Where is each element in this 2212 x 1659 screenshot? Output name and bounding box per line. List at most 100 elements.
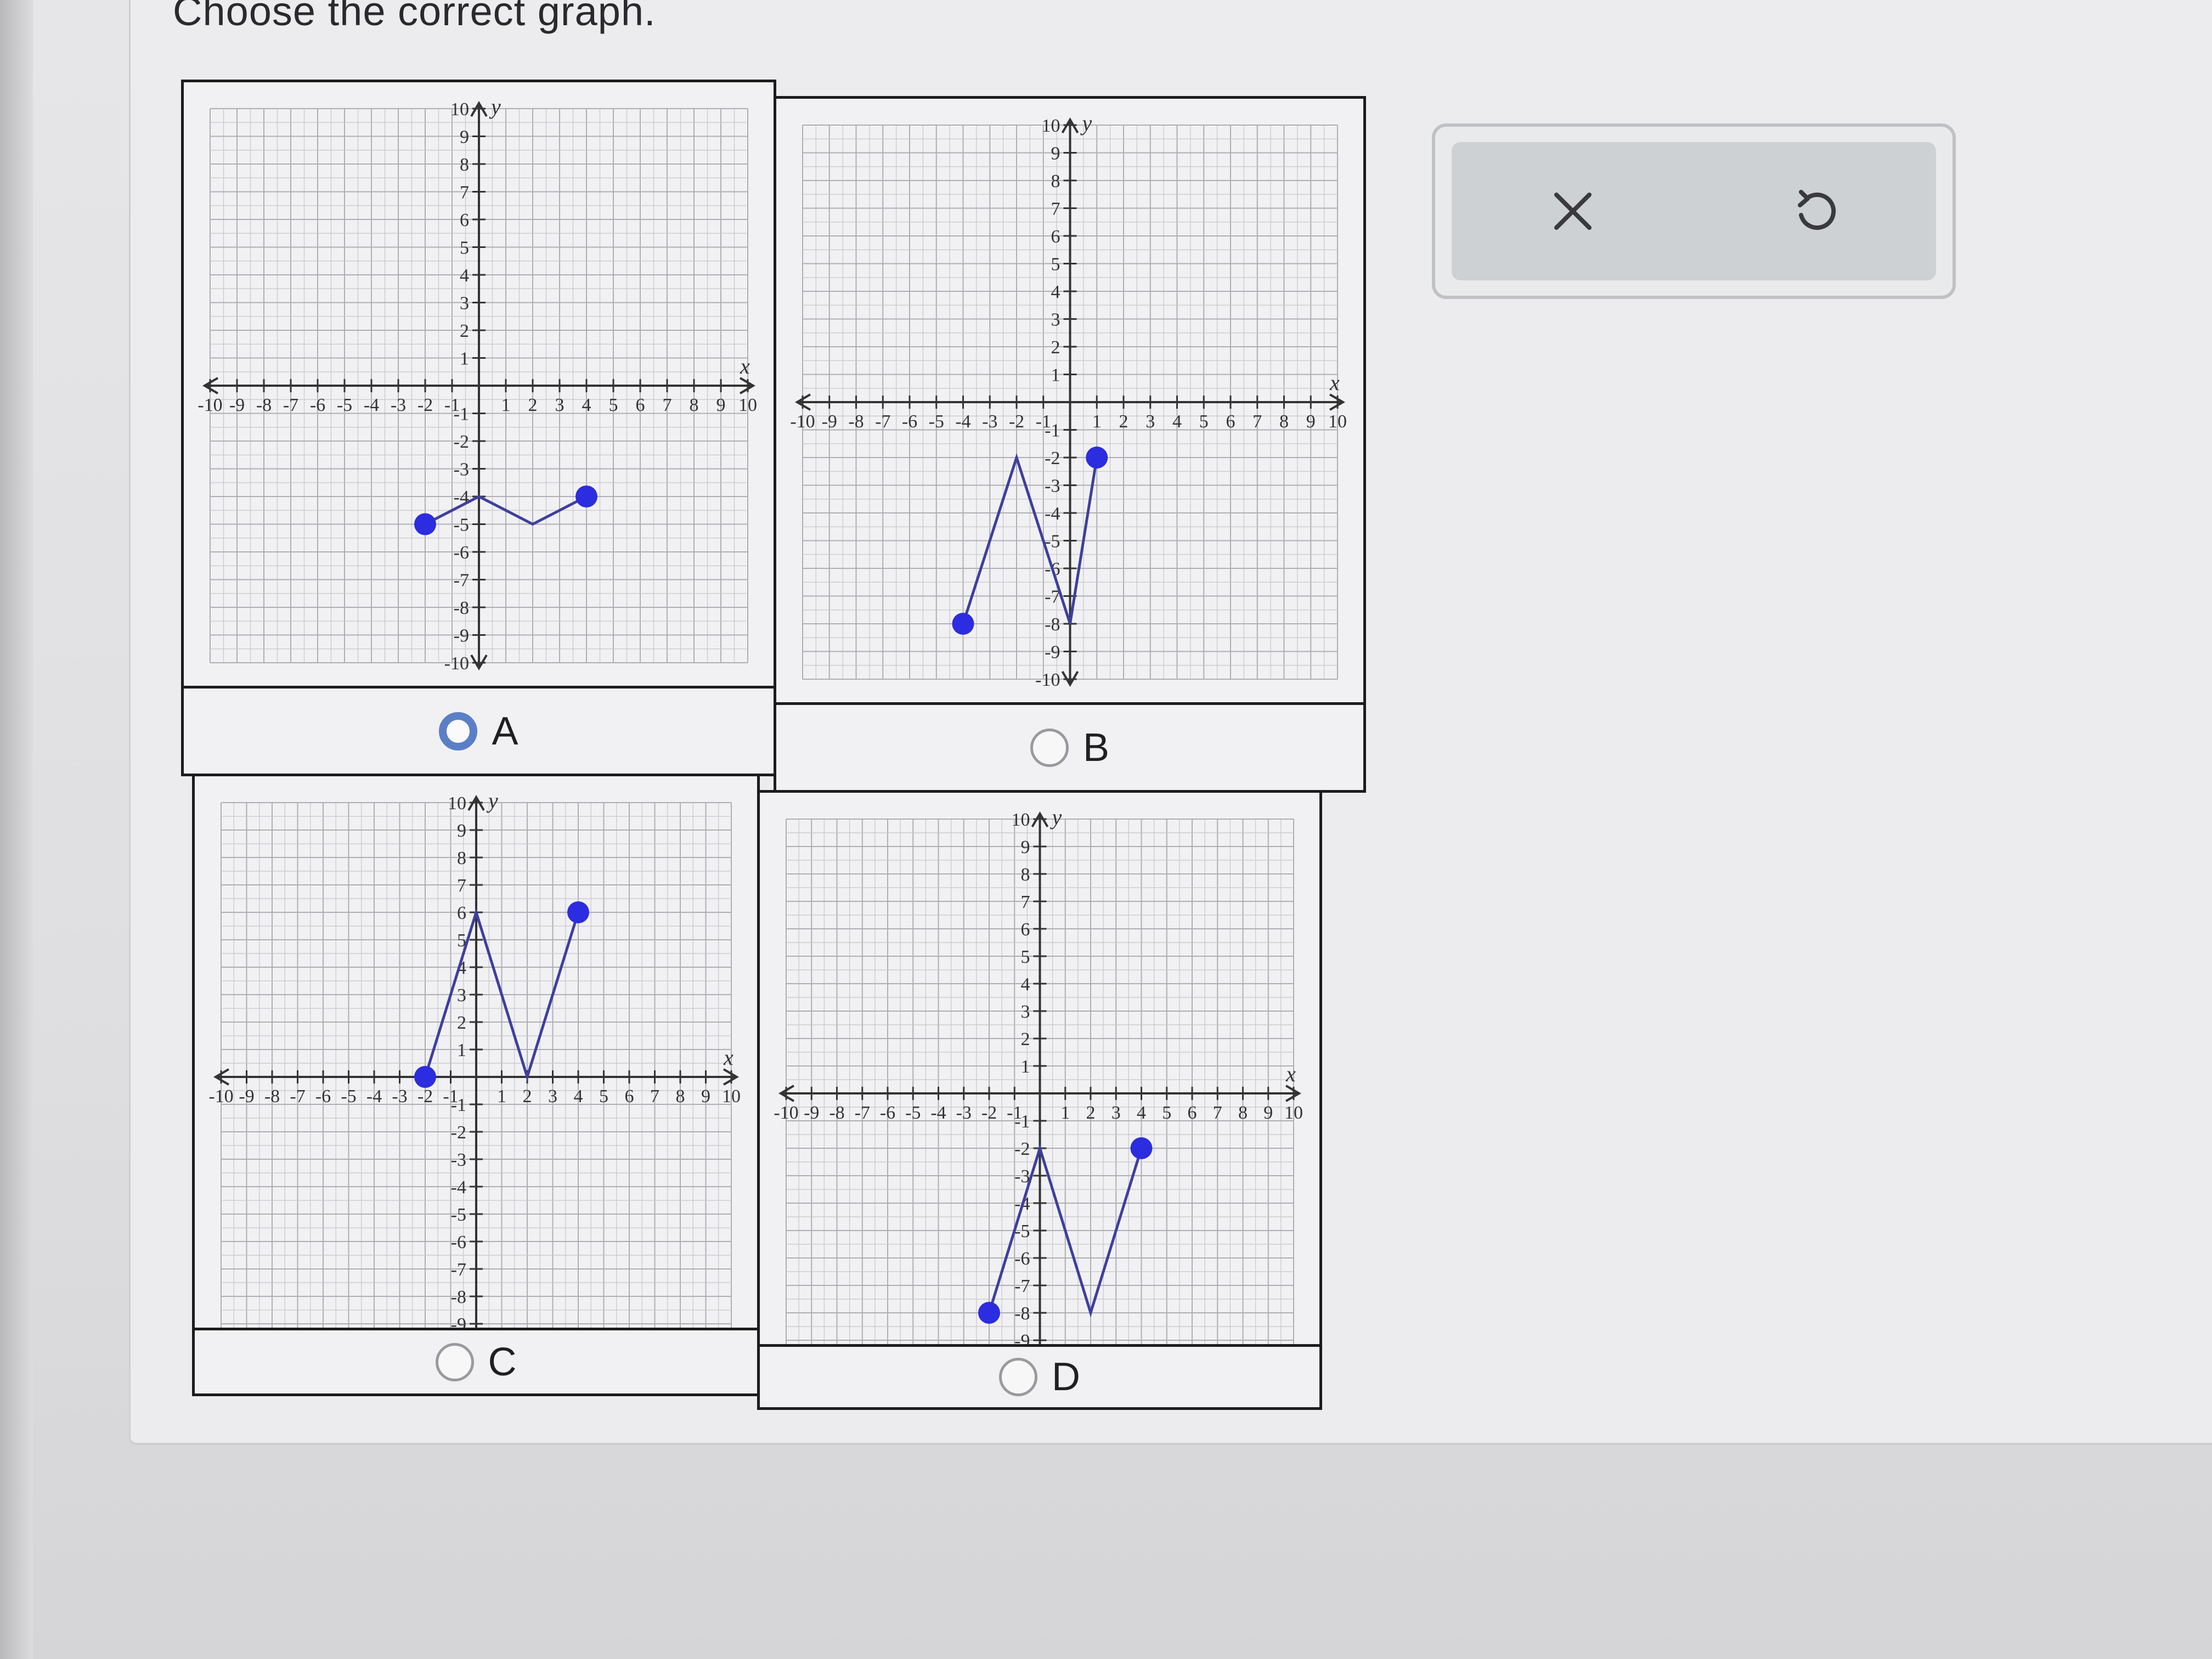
choice-label-b: B (1082, 725, 1110, 770)
graph-cell-c[interactable]: -10 -9 -8 -7 -6 -5 -4 -3 -2 -1 1 2 3 4 5 6 7 8 9 10 10 9 8 7 6 5 4… (192, 774, 760, 1377)
x-tick-label: 8 (690, 395, 699, 415)
y-tick-label: -6 (451, 1232, 466, 1252)
y-tick-label: -9 (1045, 642, 1060, 663)
graph-c[interactable]: -10 -9 -8 -7 -6 -5 -4 -3 -2 -1 1 2 3 4 5 6 7 8 9 1010987654… (205, 786, 748, 1368)
y-tick-label: 4 (1021, 974, 1030, 995)
x-tick-label: -9 (804, 1103, 819, 1123)
clear-button[interactable] (1534, 173, 1611, 250)
x-tick-label: 10 (1284, 1103, 1303, 1123)
x-tick-label: -10 (208, 1086, 233, 1107)
y-tick-label: -8 (451, 1287, 466, 1307)
x-tick-label: 9 (1306, 411, 1316, 432)
x-tick-label: -10 (198, 395, 222, 415)
x-tick-label: -3 (982, 411, 997, 432)
y-tick-label: -4 (1045, 504, 1060, 524)
y-tick-label: -10 (1035, 670, 1060, 690)
x-tick-label: 4 (1172, 411, 1182, 432)
choice-label-d: D (1052, 1355, 1080, 1399)
y-tick-label: 10 (450, 99, 469, 120)
graph-b[interactable]: -10 -9 -8 -7 -6 -5 -4 -3 -2 -1 1 2 3 4 5 6 7 8 9 1010987654… (786, 109, 1354, 696)
graph-d-start-point (978, 1302, 1000, 1324)
x-tick-label: 8 (1279, 411, 1289, 432)
x-axis-name: x (740, 354, 750, 379)
y-tick-label: -6 (1014, 1249, 1030, 1269)
x-tick-label: -4 (366, 1086, 382, 1107)
y-tick-label: -7 (1014, 1276, 1030, 1296)
x-tick-label: -4 (364, 395, 379, 415)
x-tick-label: 1 (1060, 1103, 1070, 1123)
y-tick-label: 7 (1051, 199, 1060, 219)
y-tick-label: -8 (1045, 614, 1060, 635)
x-tick-label: -5 (905, 1103, 921, 1123)
x-tick-label: 3 (548, 1086, 557, 1107)
y-tick-label: 8 (1021, 865, 1030, 885)
x-tick-label: 2 (528, 395, 538, 415)
y-tick-label: -6 (454, 543, 469, 563)
graph-b-start-point (952, 613, 974, 635)
radio-button-c[interactable] (435, 1342, 474, 1381)
x-tick-label: -2 (1009, 411, 1024, 432)
x-tick-label: -10 (774, 1103, 798, 1123)
choice-row-b[interactable]: B (774, 702, 1366, 793)
radio-button-d[interactable] (999, 1358, 1037, 1396)
y-tick-label: -8 (454, 598, 469, 618)
x-tick-label: -7 (875, 411, 890, 432)
y-tick-label: -5 (451, 1205, 466, 1225)
x-tick-label: -7 (290, 1086, 305, 1107)
y-tick-label: -1 (451, 1095, 466, 1115)
x-tick-label: 7 (1252, 411, 1262, 432)
y-tick-label: 6 (1051, 227, 1060, 247)
y-tick-label: 9 (1051, 144, 1060, 164)
x-tick-label: -5 (929, 411, 944, 432)
graph-d[interactable]: -10 -9 -8 -7 -6 -5 -4 -3 -2 -1 1 2 3 4 5 6 7 8 9 1010987654… (770, 803, 1310, 1384)
y-tick-label: 8 (1051, 171, 1060, 191)
y-tick-label: 9 (1021, 837, 1030, 857)
x-tick-label: -4 (930, 1103, 946, 1123)
x-axis-name: x (723, 1045, 733, 1070)
x-tick-label: 6 (1188, 1103, 1197, 1123)
choice-row-c[interactable]: C (192, 1328, 760, 1396)
graph-d-end-point (1130, 1137, 1153, 1159)
y-tick-label: 5 (1021, 947, 1030, 967)
undo-button[interactable] (1776, 173, 1853, 250)
y-axis-name: y (489, 94, 501, 119)
x-tick-label: 6 (1226, 411, 1235, 432)
x-tick-label: 4 (1137, 1103, 1146, 1123)
y-tick-label: 10 (1042, 116, 1060, 136)
x-tick-label: -3 (391, 395, 406, 415)
x-tick-label: 8 (1238, 1103, 1248, 1123)
graph-c-start-point (414, 1066, 436, 1088)
y-tick-label: -8 (1014, 1304, 1030, 1324)
answer-choices-board: -10 -9 -8 -7 -6 -5 -4 -3 -2 -1 1 2 3 4 5 6 7 8 9 10 10 9 8 7 6 5 4… (181, 80, 1366, 1410)
graph-a[interactable]: -10 -9 -8 -7 -6 -5 -4 -3 -2 -1 1 2 3 4 5 6 7 8 9 1010987654… (194, 92, 764, 679)
y-tick-label: 3 (1051, 310, 1060, 330)
y-tick-label: -7 (454, 571, 469, 591)
close-icon (1554, 193, 1592, 230)
radio-button-a[interactable] (439, 712, 478, 751)
x-tick-label: -7 (283, 395, 298, 415)
graph-cell-a[interactable]: -10 -9 -8 -7 -6 -5 -4 -3 -2 -1 1 2 3 4 5 6 7 8 9 10 10 9 8 7 6 5 4… (181, 80, 776, 689)
x-tick-label: 10 (1328, 411, 1347, 432)
x-tick-label: 5 (1162, 1103, 1171, 1123)
x-tick-label: -6 (315, 1086, 331, 1107)
y-tick-label: -1 (454, 404, 469, 425)
y-tick-label: 3 (457, 985, 466, 1006)
x-tick-label: -8 (848, 411, 864, 432)
undo-icon (1798, 190, 1836, 230)
choice-row-a[interactable]: A (181, 686, 776, 776)
y-tick-label: 3 (460, 294, 469, 314)
radio-button-b[interactable] (1030, 728, 1069, 767)
y-tick-label: -9 (454, 626, 469, 646)
y-tick-label: 7 (1021, 892, 1030, 912)
y-tick-label: 7 (457, 876, 466, 896)
x-tick-label: 10 (738, 395, 757, 415)
graph-cell-d[interactable]: -10 -9 -8 -7 -6 -5 -4 -3 -2 -1 1 2 3 4 5 6 7 8 9 10 10 9 8 7 6 5 4… (757, 790, 1322, 1393)
graph-cell-b[interactable]: -10 -9 -8 -7 -6 -5 -4 -3 -2 -1 1 2 3 4 5 6 7 8 9 10 10 9 8 7 6 5 4… (774, 96, 1366, 705)
choice-row-d[interactable]: D (757, 1344, 1322, 1410)
x-tick-label: 4 (582, 395, 591, 415)
x-tick-label: 6 (625, 1086, 634, 1107)
x-tick-label: 2 (523, 1086, 532, 1107)
x-tick-label: 3 (1146, 411, 1155, 432)
x-tick-label: 10 (722, 1086, 741, 1107)
y-tick-label: 2 (460, 321, 469, 341)
